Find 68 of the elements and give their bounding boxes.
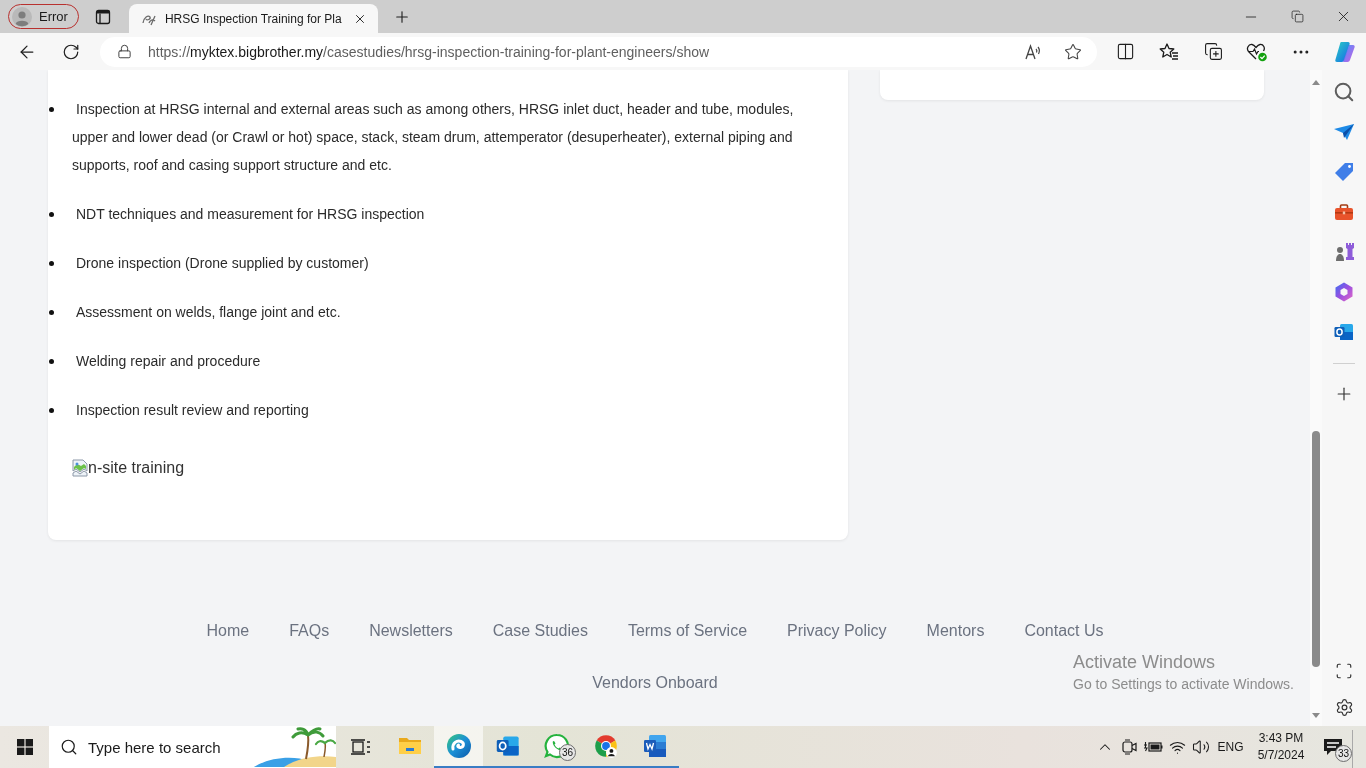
broken-image-icon <box>72 459 88 477</box>
read-aloud-icon[interactable] <box>1024 42 1042 61</box>
avatar-icon <box>12 6 32 27</box>
restore-icon[interactable] <box>1290 10 1304 23</box>
browser-tab[interactable]: HRSG Inspection Training for Pla <box>128 4 378 33</box>
collections-icon[interactable] <box>1203 42 1223 61</box>
document-logo-icon[interactable] <box>641 733 668 759</box>
list-item-text: Drone inspection (Drone supplied by customer) <box>75 254 370 273</box>
camera-icon[interactable] <box>1120 738 1138 756</box>
search-icon <box>60 738 78 756</box>
scrollbar-thumb[interactable] <box>1312 431 1320 667</box>
footer-link[interactable]: Contact Us <box>1024 619 1104 643</box>
footer-link[interactable]: Terms of Service <box>627 619 748 643</box>
scroll-up-icon[interactable] <box>1312 80 1320 85</box>
scan-icon[interactable] <box>1335 662 1353 680</box>
list-item-text: Welding repair and procedure <box>75 352 262 371</box>
wave-logo-icon[interactable] <box>445 733 472 759</box>
favorite-star-icon[interactable] <box>1064 42 1082 61</box>
activation-title: Activate Windows <box>1073 651 1217 674</box>
heart-pulse-icon[interactable] <box>1246 41 1268 62</box>
tag-icon[interactable] <box>1333 161 1355 183</box>
tab-title: HRSG Inspection Training for Pla <box>164 11 342 26</box>
footer-link[interactable]: Home <box>206 619 250 643</box>
search-icon[interactable] <box>1333 81 1355 103</box>
assistant-logo-icon[interactable] <box>1333 39 1357 64</box>
battery-charging-icon[interactable] <box>1143 739 1163 755</box>
round-logo-icon[interactable] <box>592 733 619 759</box>
footer-link[interactable]: Case Studies <box>492 619 588 643</box>
footer-link[interactable]: Privacy Policy <box>787 619 887 643</box>
footer-link[interactable]: Vendors Onboard <box>592 671 718 695</box>
list-item-text: Inspection result review and reporting <box>75 401 310 420</box>
windows-logo-icon[interactable] <box>16 739 33 755</box>
bullet-icon <box>49 359 54 364</box>
list-item-text: NDT techniques and measurement for HRSG inspection <box>75 205 426 224</box>
clock[interactable]: 3:43 PM 5/7/2024 <box>1248 726 1314 768</box>
refresh-icon[interactable] <box>62 42 80 61</box>
ring-logo-icon[interactable] <box>1333 281 1355 303</box>
footer-link[interactable]: Newsletters <box>369 619 453 643</box>
bullet-icon <box>49 107 54 112</box>
language-indicator[interactable]: ENG <box>1213 726 1248 768</box>
taskbar-app-button[interactable] <box>434 726 483 768</box>
split-screen-icon[interactable] <box>1115 42 1135 61</box>
toolbox-icon[interactable] <box>1333 201 1355 223</box>
footer-link[interactable]: FAQs <box>289 619 330 643</box>
mail-logo-icon[interactable] <box>1333 321 1355 343</box>
footer-link[interactable]: Mentors <box>926 619 985 643</box>
address-bar[interactable]: https://myktex.bigbrother.my/casestudies/hrsg-inspection-training-for-plant-engineers/show <box>100 36 1097 67</box>
settings-icon[interactable] <box>1334 698 1354 717</box>
tab-actions-icon[interactable] <box>94 8 111 25</box>
address-text: https://myktex.bigbrother.my/casestudies/hrsg-inspection-training-for-plant-engineers/show <box>148 43 710 60</box>
count-badge: 33 <box>1334 745 1352 762</box>
taskbar-app-button[interactable]: 36 <box>532 726 581 768</box>
list-item-text: Inspection at HRSG internal and external areas such as among others, HRSG inlet duct, header and tube, modules, upper and lower dead (or Crawl or hot) space, stack, steam drum, attemperator (desuperheater), external piping and supports, roof and casing support structure and etc. <box>72 100 795 175</box>
lock-icon <box>117 44 132 59</box>
bullet-icon <box>49 212 54 217</box>
volume-icon[interactable] <box>1192 738 1210 756</box>
search-input[interactable]: Type here to search <box>88 738 238 756</box>
bullet-icon <box>49 261 54 266</box>
activation-text: Go to Settings to activate Windows. <box>1073 675 1294 694</box>
image-alt-text: n-site training <box>88 458 185 478</box>
list-item-text: Assessment on welds, flange joint and etc. <box>75 303 342 322</box>
bullet-icon <box>49 310 54 315</box>
task-view-icon[interactable] <box>350 738 371 756</box>
folder-icon[interactable] <box>397 735 422 757</box>
bullet-icon <box>49 408 54 413</box>
chess-pieces-icon[interactable] <box>1333 241 1355 263</box>
scroll-down-icon[interactable] <box>1312 713 1320 718</box>
favorites-icon[interactable] <box>1159 41 1179 62</box>
